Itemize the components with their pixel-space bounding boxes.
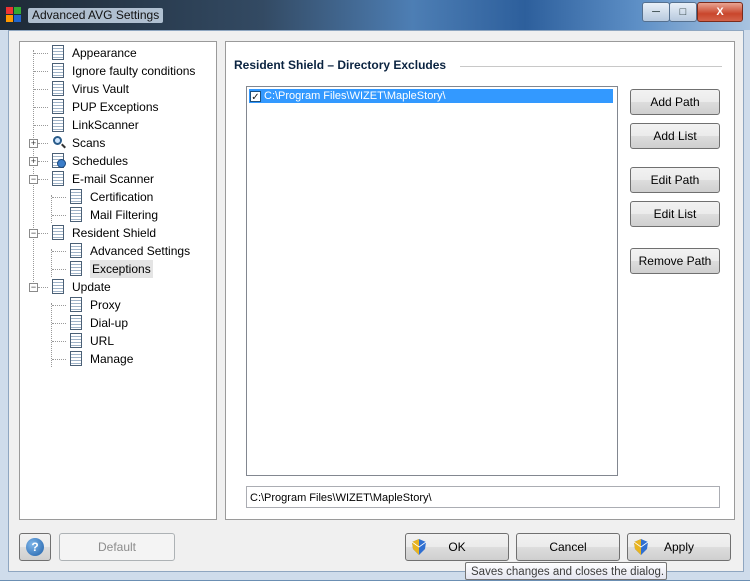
ok-label: OK [448,540,466,554]
minimize-icon: ─ [652,6,660,18]
page-icon [70,333,84,349]
page-icon [70,243,84,259]
tree-item-label: Scans [72,136,106,150]
page-icon [52,225,66,241]
calendar-icon [52,153,66,169]
edit-path-button[interactable]: Edit Path [630,167,720,193]
page-icon [52,99,66,115]
apply-label: Apply [663,540,695,554]
page-icon [70,261,84,277]
page-icon [52,81,66,97]
tree-item-update[interactable]: − Update [29,278,111,296]
tree-item-virus-vault[interactable]: Virus Vault [30,80,129,98]
tree-item-schedules[interactable]: + Schedules [29,152,129,170]
close-icon: X [716,6,724,18]
tree-item-pup-exceptions[interactable]: PUP Exceptions [30,98,159,116]
collapse-minus-icon[interactable]: − [29,175,38,184]
page-icon [70,189,84,205]
tree-item-label: LinkScanner [72,118,139,132]
tree-item-label: Mail Filtering [90,208,159,222]
tree-item-mail-filtering[interactable]: Mail Filtering [30,206,158,224]
content-panel: Resident Shield – Directory Excludes ✓ C… [225,41,735,520]
window-title: Advanced AVG Settings [28,8,164,23]
tree-item-ignore-faulty-conditions[interactable]: Ignore faulty conditions [30,62,195,80]
ok-tooltip: Saves changes and closes the dialog. [465,562,667,580]
tree-item-label: Update [72,280,111,294]
path-field[interactable]: C:\Program Files\WIZET\MapleStory\ [246,486,720,508]
uac-shield-icon [634,539,648,555]
tree-item-label: Ignore faulty conditions [72,64,196,78]
tree-item-proxy[interactable]: Proxy [30,296,121,314]
tree-item-label: Dial-up [90,316,129,330]
tree-item-label: Resident Shield [72,226,157,240]
tree-item-label: Advanced Settings [90,244,191,258]
page-icon [70,315,84,331]
tree-item-scans[interactable]: + Scans [29,134,106,152]
checkbox-checked-icon[interactable]: ✓ [250,90,261,103]
apply-button[interactable]: Apply [627,533,731,561]
expand-plus-icon[interactable]: + [29,157,38,166]
tree-item-label: Manage [90,352,134,366]
tree-item-resident-shield[interactable]: − Resident Shield [29,224,157,242]
tree-item-linkscanner[interactable]: LinkScanner [30,116,139,134]
tree-item-certification[interactable]: Certification [30,188,153,206]
maximize-button[interactable]: □ [669,2,697,22]
page-icon [70,351,84,367]
default-button[interactable]: Default [59,533,175,561]
page-icon [52,279,66,295]
add-path-button[interactable]: Add Path [630,89,720,115]
section-heading: Resident Shield – Directory Excludes [234,58,447,72]
tree-item-label: Appearance [72,46,137,60]
tree-item-appearance[interactable]: Appearance [30,44,137,62]
remove-path-button[interactable]: Remove Path [630,248,720,274]
cancel-button[interactable]: Cancel [516,533,620,561]
page-icon [52,117,66,133]
list-item[interactable]: ✓ C:\Program Files\WIZET\MapleStory\ [249,89,613,103]
expand-plus-icon[interactable]: + [29,139,38,148]
settings-dialog: Appearance Ignore faulty conditions Viru… [8,30,744,572]
page-icon [70,297,84,313]
tree-item-label: Certification [90,190,154,204]
minimize-button[interactable]: ─ [642,2,670,22]
maximize-icon: □ [679,6,687,18]
page-icon [70,207,84,223]
page-icon [52,45,66,61]
title-bar[interactable]: Advanced AVG Settings ─ □ X [0,0,750,30]
tree-item-dial-up[interactable]: Dial-up [30,314,128,332]
ok-button[interactable]: OK [405,533,509,561]
edit-list-button[interactable]: Edit List [630,201,720,227]
collapse-minus-icon[interactable]: − [29,229,38,238]
list-item-path: C:\Program Files\WIZET\MapleStory\ [264,90,446,102]
tree-item-label: PUP Exceptions [72,100,159,114]
tree-item-label: URL [90,334,115,348]
tree-item-url[interactable]: URL [30,332,114,350]
excluded-directories-list[interactable]: ✓ C:\Program Files\WIZET\MapleStory\ [246,86,618,476]
page-icon [52,171,66,187]
settings-tree[interactable]: Appearance Ignore faulty conditions Viru… [19,41,217,520]
magnifier-icon [52,135,66,151]
uac-shield-icon [412,539,426,555]
help-button[interactable]: ? [19,533,51,561]
tree-item-label: Proxy [90,298,121,312]
tree-item-label: Schedules [72,154,129,168]
tree-item-label: E-mail Scanner [72,172,155,186]
tree-item-advanced-settings[interactable]: Advanced Settings [30,242,190,260]
heading-divider [460,66,722,67]
tree-item-email-scanner[interactable]: − E-mail Scanner [29,170,155,188]
help-icon: ? [26,538,44,556]
avg-settings-window: Advanced AVG Settings ─ □ X Appearance I… [0,0,750,580]
tree-item-manage[interactable]: Manage [30,350,133,368]
collapse-minus-icon[interactable]: − [29,283,38,292]
tree-item-label: Exceptions [90,260,153,278]
tree-item-label: Virus Vault [72,82,129,96]
add-list-button[interactable]: Add List [630,123,720,149]
page-icon [52,63,66,79]
close-button[interactable]: X [697,2,743,22]
avg-logo-icon [6,7,22,23]
tree-item-exceptions[interactable]: Exceptions [30,260,153,278]
